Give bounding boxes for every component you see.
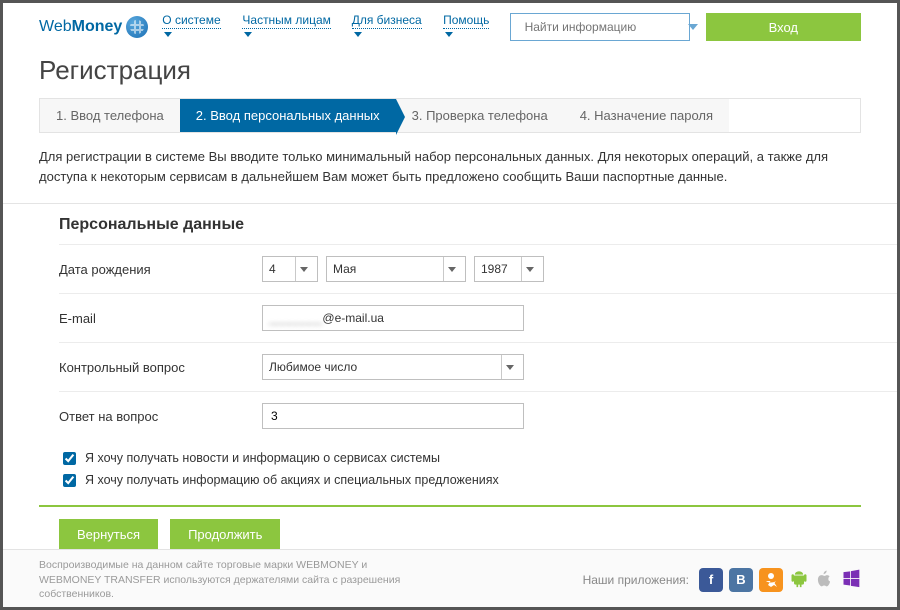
step-4[interactable]: 4. Назначение пароля — [564, 99, 729, 132]
page-title: Регистрация — [39, 55, 861, 86]
select-dob-year[interactable]: 1987 — [474, 256, 544, 282]
brand-logo-icon — [126, 16, 148, 38]
input-answer[interactable] — [262, 403, 524, 429]
select-dob-day-value: 4 — [269, 262, 276, 276]
chevron-down-icon — [164, 32, 172, 37]
search-input[interactable] — [523, 19, 682, 35]
back-button[interactable]: Вернуться — [59, 519, 158, 550]
nav-help-link[interactable]: Помощь — [443, 13, 489, 29]
app-icons: Наши приложения: f B — [583, 568, 861, 592]
chevron-down-icon — [443, 257, 459, 281]
select-dob-month-value: Мая — [333, 262, 356, 276]
checkbox-news[interactable]: Я хочу получать новости и информацию о с… — [59, 448, 897, 469]
chevron-down-icon — [354, 32, 362, 37]
intro-text: Для регистрации в системе Вы вводите тол… — [39, 147, 861, 187]
apple-icon[interactable] — [815, 568, 835, 591]
label-dob: Дата рождения — [59, 262, 254, 277]
input-answer-field[interactable] — [269, 408, 517, 424]
brand-money: Money — [72, 18, 123, 35]
label-question: Контрольный вопрос — [59, 360, 254, 375]
divider — [39, 505, 861, 507]
action-buttons: Вернуться Продолжить — [59, 519, 897, 550]
email-masked-part: ________ — [269, 311, 322, 325]
chevron-down-icon — [445, 32, 453, 37]
apps-label: Наши приложения: — [583, 573, 689, 587]
search-box[interactable] — [510, 13, 690, 41]
step-1[interactable]: 1. Ввод телефона — [40, 99, 180, 132]
chevron-down-icon — [244, 32, 252, 37]
email-domain-part: @e-mail.ua — [322, 311, 384, 325]
select-dob-month[interactable]: Мая — [326, 256, 466, 282]
android-icon[interactable] — [789, 568, 809, 591]
nav-personal-link[interactable]: Частным лицам — [242, 13, 331, 29]
nav-help[interactable]: Помощь — [443, 13, 498, 41]
login-button[interactable]: Вход — [706, 13, 861, 41]
brand-web: Web — [39, 18, 72, 35]
input-email[interactable]: ________@e-mail.ua — [262, 305, 524, 331]
section-title: Персональные данные — [59, 216, 897, 234]
nav-about[interactable]: О системе — [162, 13, 228, 41]
checkbox-group: Я хочу получать новости и информацию о с… — [59, 440, 897, 495]
footer-copyright: Воспроизводимые на данном сайте торговые… — [39, 558, 419, 601]
checkbox-promo[interactable]: Я хочу получать информацию об акциях и с… — [59, 470, 897, 491]
row-dob: Дата рождения 4 Мая 1987 — [59, 244, 897, 293]
select-question-value: Любимое число — [269, 360, 357, 374]
vk-icon[interactable]: B — [729, 568, 753, 592]
chevron-down-icon — [521, 257, 537, 281]
checkbox-news-input[interactable] — [63, 452, 76, 465]
checkbox-promo-input[interactable] — [63, 474, 76, 487]
checkbox-promo-label: Я хочу получать информацию об акциях и с… — [85, 470, 499, 491]
nav-personal[interactable]: Частным лицам — [242, 13, 337, 41]
select-dob-year-value: 1987 — [481, 262, 508, 276]
row-answer: Ответ на вопрос — [59, 391, 897, 440]
select-question[interactable]: Любимое число — [262, 354, 524, 380]
chevron-down-icon[interactable] — [688, 24, 698, 30]
row-question: Контрольный вопрос Любимое число — [59, 342, 897, 391]
steps-bar: 1. Ввод телефона 2. Ввод персональных да… — [39, 98, 861, 133]
step-3[interactable]: 3. Проверка телефона — [396, 99, 564, 132]
chevron-down-icon — [295, 257, 311, 281]
personal-data-panel: Персональные данные Дата рождения 4 Мая … — [3, 203, 897, 495]
top-nav: О системе Частным лицам Для бизнеса Помо… — [162, 13, 497, 41]
checkbox-news-label: Я хочу получать новости и информацию о с… — [85, 448, 440, 469]
nav-business[interactable]: Для бизнеса — [352, 13, 429, 41]
step-2[interactable]: 2. Ввод персональных данных — [180, 99, 396, 132]
label-email: E-mail — [59, 311, 254, 326]
label-answer: Ответ на вопрос — [59, 409, 254, 424]
nav-about-link[interactable]: О системе — [162, 13, 220, 29]
chevron-down-icon — [501, 355, 517, 379]
nav-business-link[interactable]: Для бизнеса — [352, 13, 422, 29]
brand-text: WebMoney — [39, 18, 122, 36]
brand[interactable]: WebMoney — [39, 16, 148, 38]
footer: Воспроизводимые на данном сайте торговые… — [3, 549, 897, 607]
top-bar: WebMoney О системе Частным лицам Для биз… — [3, 3, 897, 49]
windows-icon[interactable] — [841, 568, 861, 591]
facebook-icon[interactable]: f — [699, 568, 723, 592]
row-email: E-mail ________@e-mail.ua — [59, 293, 897, 342]
continue-button[interactable]: Продолжить — [170, 519, 280, 550]
select-dob-day[interactable]: 4 — [262, 256, 318, 282]
odnoklassniki-icon[interactable] — [759, 568, 783, 592]
